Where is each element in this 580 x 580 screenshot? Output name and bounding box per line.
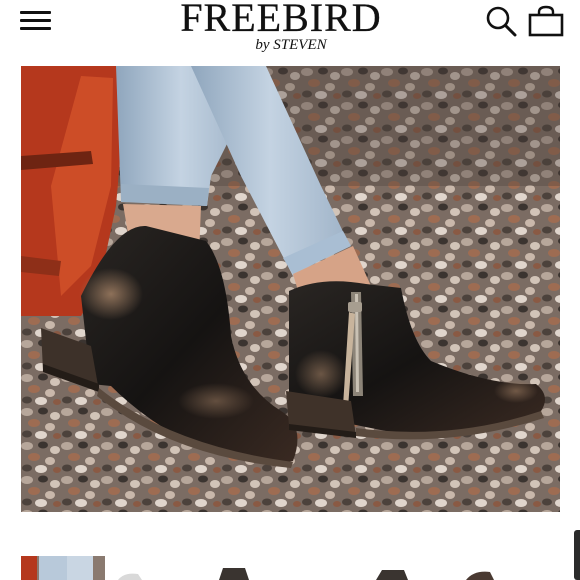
scrollbar[interactable]: [574, 530, 580, 580]
product-hero-image[interactable]: [21, 66, 560, 512]
hero-illustration: [21, 66, 560, 512]
thumbnail-4[interactable]: [372, 556, 412, 580]
menu-line: [20, 11, 51, 14]
shopping-bag-icon[interactable]: [526, 4, 566, 38]
menu-line: [20, 27, 51, 30]
thumbnail-2[interactable]: [112, 556, 152, 580]
menu-line: [20, 19, 51, 22]
brand-logo[interactable]: FREEBIRD by STEVEN: [150, 0, 412, 53]
brand-logo-wordmark: FREEBIRD: [180, 0, 382, 40]
thumbnail-1[interactable]: [21, 556, 105, 580]
thumbnail-3[interactable]: [215, 556, 255, 580]
hamburger-menu-icon[interactable]: [18, 6, 54, 36]
thumbnail-5[interactable]: [460, 556, 500, 580]
search-icon[interactable]: [484, 4, 518, 38]
site-header: FREEBIRD by STEVEN: [0, 0, 580, 62]
thumbnail-strip: [0, 556, 580, 580]
